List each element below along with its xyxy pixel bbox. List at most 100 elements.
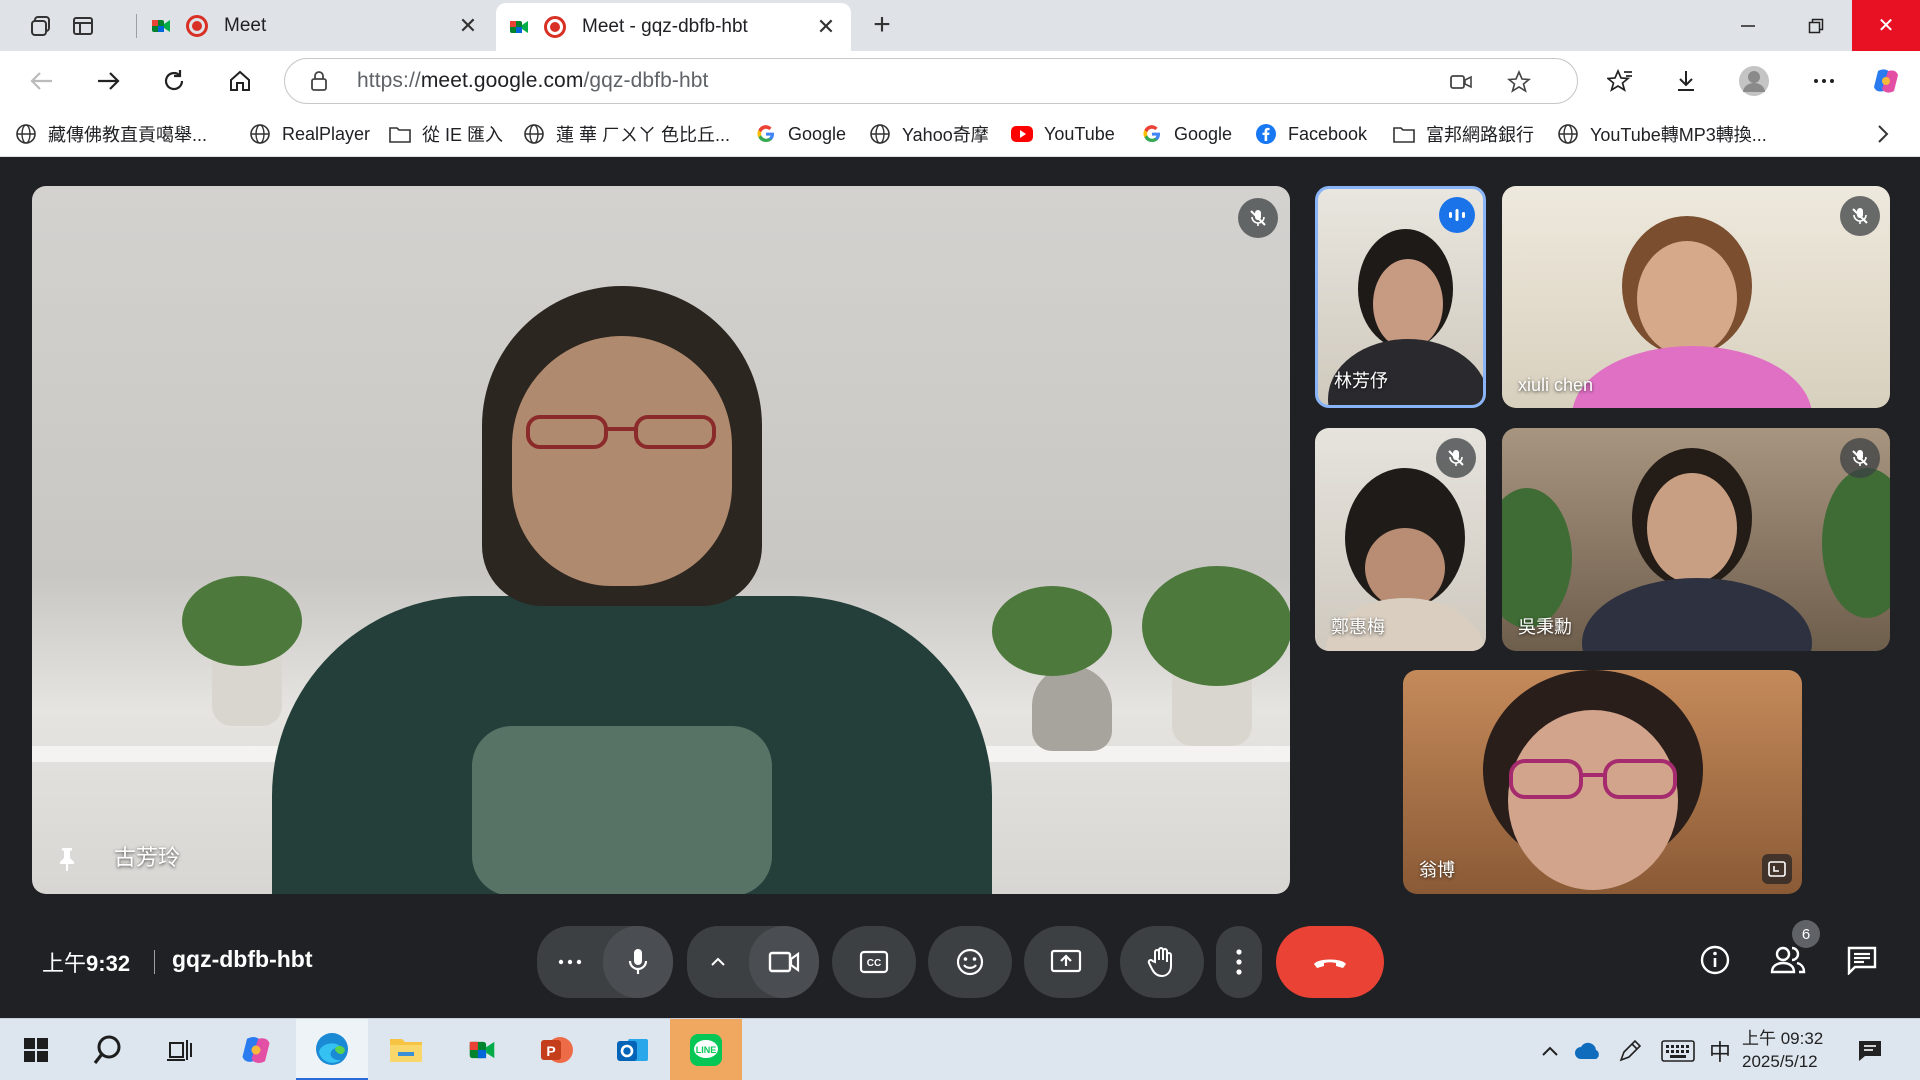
- participant-video: [1582, 578, 1812, 651]
- minimize-window-icon[interactable]: [1714, 0, 1782, 51]
- video-background: [182, 576, 302, 666]
- close-window-icon[interactable]: ✕: [1852, 0, 1920, 51]
- workspaces-icon[interactable]: [26, 11, 56, 41]
- info-icon: [1700, 945, 1730, 975]
- participant-tile[interactable]: 鄭惠梅: [1315, 428, 1486, 651]
- input-method-indicator[interactable]: 中: [1706, 1037, 1734, 1065]
- chevron-up-icon[interactable]: [1536, 1037, 1564, 1065]
- task-view-button[interactable]: [144, 1019, 216, 1080]
- bookmark-item[interactable]: RealPlayer: [248, 121, 370, 147]
- video-background: [992, 586, 1112, 676]
- participant-video: [1637, 241, 1737, 356]
- participant-video: [1373, 259, 1443, 349]
- globe-icon: [14, 122, 38, 146]
- forward-arrow-icon[interactable]: [92, 65, 124, 97]
- home-icon[interactable]: [224, 65, 256, 97]
- more-options-button[interactable]: [1216, 926, 1262, 998]
- tab-meet[interactable]: Meet ✕: [138, 0, 493, 51]
- close-tab-icon[interactable]: ✕: [811, 14, 841, 40]
- touch-keyboard-icon[interactable]: [1660, 1037, 1696, 1065]
- participant-tile[interactable]: 林芳伃: [1315, 186, 1486, 408]
- search-button[interactable]: [72, 1019, 144, 1080]
- pinned-video-tile[interactable]: 古芳玲: [32, 186, 1290, 894]
- participant-video: [472, 726, 772, 894]
- browser-tab-bar: Meet ✕ Meet - gqz-dbfb-hbt ✕ + ✕: [0, 0, 1920, 51]
- chevron-right-icon[interactable]: [1876, 123, 1890, 151]
- meeting-details-button[interactable]: [1695, 940, 1735, 980]
- onedrive-cloud-icon[interactable]: [1574, 1037, 1602, 1065]
- powerpoint-app[interactable]: P: [520, 1019, 592, 1080]
- more-options-icon[interactable]: [1808, 65, 1840, 97]
- bookmark-item[interactable]: 蓮 華 ㄏㄨㄚ 色比丘...: [522, 121, 730, 147]
- facebook-icon: [1254, 122, 1278, 146]
- close-tab-icon[interactable]: ✕: [453, 13, 483, 39]
- participant-tile[interactable]: 吳秉勳: [1502, 428, 1890, 651]
- participant-video: [1572, 346, 1812, 408]
- end-call-icon: [1314, 959, 1346, 968]
- back-arrow-icon[interactable]: [26, 65, 58, 97]
- address-bar[interactable]: https://meet.google.com/gqz-dbfb-hbt: [284, 58, 1578, 104]
- pin-icon: [60, 848, 74, 871]
- closed-captions-icon: CC: [859, 950, 889, 974]
- tab-title: Meet - gqz-dbfb-hbt: [582, 16, 748, 37]
- favorite-star-icon[interactable]: [1507, 70, 1531, 94]
- meet-call-area: 古芳玲 林芳伃 xiuli chen 鄭惠梅 吳秉勳 翁博 上午9:32 gqz…: [6, 161, 1914, 1013]
- bookmark-item[interactable]: YouTube轉MP3轉換...: [1556, 121, 1767, 147]
- new-tab-icon[interactable]: +: [866, 10, 898, 42]
- participant-tile[interactable]: 翁博: [1403, 670, 1802, 894]
- folder-icon: [1392, 122, 1416, 146]
- downloads-icon[interactable]: [1670, 65, 1702, 97]
- participant-tile[interactable]: xiuli chen: [1502, 186, 1890, 408]
- line-icon: LINE: [690, 1034, 722, 1066]
- video-settings-button[interactable]: [687, 926, 749, 998]
- refresh-icon[interactable]: [158, 65, 190, 97]
- bookmark-item[interactable]: 藏傳佛教直貢噶舉...: [14, 121, 207, 147]
- profile-avatar-icon[interactable]: [1738, 65, 1770, 97]
- bookmark-item[interactable]: Google: [754, 121, 846, 147]
- captions-button[interactable]: CC: [832, 926, 916, 998]
- video-background: [1032, 666, 1112, 751]
- restore-window-icon[interactable]: [1782, 0, 1850, 51]
- tab-meet-gqz-dbfb-hbt[interactable]: Meet - gqz-dbfb-hbt ✕: [496, 3, 851, 51]
- present-screen-button[interactable]: [1024, 926, 1108, 998]
- outlook-app[interactable]: [596, 1019, 668, 1080]
- windows-taskbar: P LINE 中 上午 09:32 2025/5/12: [0, 1018, 1920, 1080]
- file-explorer-app[interactable]: [370, 1019, 442, 1080]
- camera-in-use-icon[interactable]: [1449, 70, 1473, 94]
- participant-video: [1509, 759, 1677, 799]
- edge-app[interactable]: [296, 1019, 368, 1080]
- copilot-app[interactable]: [220, 1019, 292, 1080]
- bookmark-folder[interactable]: 從 IE 匯入: [388, 121, 503, 147]
- leave-call-button[interactable]: [1276, 926, 1384, 998]
- line-app[interactable]: LINE: [670, 1019, 742, 1080]
- people-button[interactable]: [1768, 940, 1808, 980]
- raise-hand-button[interactable]: [1120, 926, 1204, 998]
- bookmark-folder[interactable]: 富邦網路銀行: [1392, 121, 1534, 147]
- audio-settings-button[interactable]: [537, 926, 603, 998]
- chat-button[interactable]: [1842, 940, 1882, 980]
- start-button[interactable]: [0, 1019, 72, 1080]
- bookmark-item[interactable]: Google: [1140, 121, 1232, 147]
- lock-icon[interactable]: [307, 69, 331, 93]
- bookmark-item[interactable]: YouTube: [1010, 121, 1115, 147]
- google-meet-app[interactable]: [446, 1019, 518, 1080]
- copilot-icon[interactable]: [1870, 65, 1902, 97]
- outlook-icon: [617, 1039, 648, 1061]
- pen-icon[interactable]: [1616, 1037, 1644, 1065]
- microphone-icon: [628, 949, 648, 974]
- favorites-icon[interactable]: [1604, 65, 1636, 97]
- participant-name: xiuli chen: [1518, 375, 1594, 395]
- bookmark-item[interactable]: Facebook: [1254, 121, 1367, 147]
- system-clock[interactable]: 上午 09:32 2025/5/12: [1742, 1027, 1832, 1073]
- task-view-icon: [167, 1040, 192, 1061]
- tab-actions-icon[interactable]: [68, 11, 98, 41]
- expand-tile-icon[interactable]: [1762, 854, 1792, 884]
- youtube-icon: [1010, 122, 1034, 146]
- notifications-icon[interactable]: [1856, 1037, 1884, 1065]
- reactions-button[interactable]: [928, 926, 1012, 998]
- bookmark-item[interactable]: Yahoo奇摩: [868, 121, 989, 147]
- camera-button[interactable]: [749, 926, 819, 998]
- globe-icon: [522, 122, 546, 146]
- people-icon: [1770, 946, 1806, 974]
- microphone-button[interactable]: [603, 926, 673, 998]
